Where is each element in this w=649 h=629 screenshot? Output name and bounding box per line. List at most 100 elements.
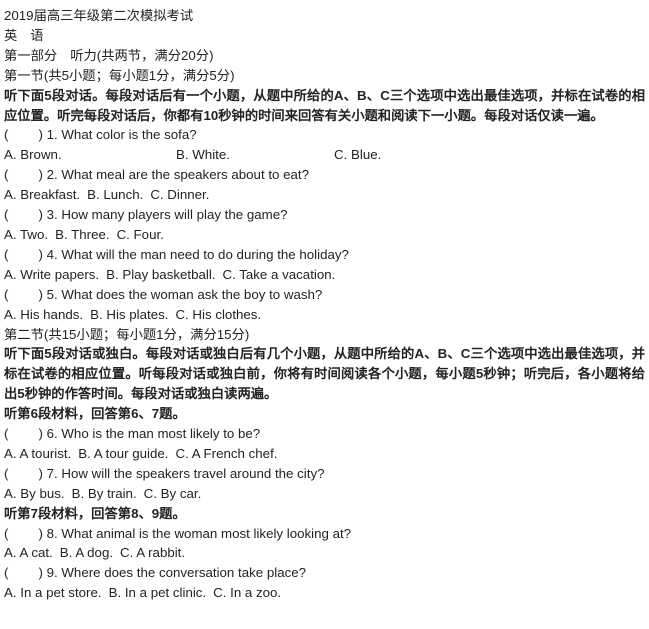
answer-paren-open: ( [4, 525, 9, 541]
question-number: 2. [46, 167, 58, 183]
option-b[interactable]: B. By train. [72, 484, 137, 504]
question-options: A. Breakfast. B. Lunch. C. Dinner. [4, 185, 645, 205]
answer-paren-close: ) [38, 167, 43, 183]
question-block-8: () 8. What animal is the woman most like… [4, 524, 645, 564]
answer-paren-close: ) [38, 426, 43, 442]
subject-char-first: 英 [4, 27, 18, 43]
question-number: 3. [46, 207, 58, 223]
answer-paren-close: ) [38, 127, 43, 143]
part-one-heading: 第一部分 听力(共两节，满分20分) [4, 46, 645, 66]
option-c[interactable]: C. A French chef. [175, 444, 277, 464]
question-stem: () 6. Who is the man most likely to be? [4, 424, 645, 444]
question-number: 1. [46, 127, 58, 143]
option-a[interactable]: A. Breakfast. [4, 185, 80, 205]
answer-paren-open: ( [4, 246, 9, 262]
answer-paren-open: ( [4, 426, 9, 442]
option-c[interactable]: C. Blue. [334, 145, 381, 165]
exam-title: 2019届高三年级第二次模拟考试 [4, 8, 194, 23]
question-number: 7. [46, 465, 58, 481]
question-block-2: () 2. What meal are the speakers about t… [4, 165, 645, 205]
question-text: What animal is the woman most likely loo… [61, 525, 352, 541]
listening-cue-material-7: 听第7段材料，回答第8、9题。 [4, 505, 186, 521]
option-a[interactable]: A. Write papers. [4, 265, 99, 285]
answer-paren-open: ( [4, 127, 9, 143]
answer-paren-close: ) [38, 207, 43, 223]
question-number: 6. [46, 426, 58, 442]
part-one-label: 第一部分 [4, 47, 58, 63]
question-number: 8. [46, 525, 58, 541]
question-text: What meal are the speakers about to eat? [61, 167, 309, 183]
question-stem: () 1. What color is the sofa? [4, 125, 645, 145]
option-c[interactable]: C. Take a vacation. [222, 265, 335, 285]
option-b[interactable]: B. Play basketball. [106, 265, 215, 285]
option-a[interactable]: A. In a pet store. [4, 583, 102, 603]
exam-subject: 英语 [4, 26, 645, 46]
question-block-7: () 7. How will the speakers travel aroun… [4, 464, 645, 504]
question-block-4: () 4. What will the man need to do durin… [4, 245, 645, 285]
question-options: A. By bus. B. By train. C. By car. [4, 484, 645, 504]
option-a[interactable]: A. By bus. [4, 484, 65, 504]
answer-paren-open: ( [4, 207, 9, 223]
section-two-heading: 第二节(共15小题；每小题1分，满分15分) [4, 326, 250, 342]
option-b[interactable]: B. A dog. [60, 543, 113, 563]
question-options: A. His hands. B. His plates. C. His clothe… [4, 305, 645, 325]
option-a[interactable]: A. A cat. [4, 543, 53, 563]
answer-paren-close: ) [38, 465, 43, 481]
option-b[interactable]: B. In a pet clinic. [109, 583, 207, 603]
question-block-6: () 6. Who is the man most likely to be? … [4, 424, 645, 464]
question-block-9: () 9. Where does the conversation take p… [4, 563, 645, 603]
question-number: 5. [46, 286, 58, 302]
section-two-instructions: 听下面5段对话或独白。每段对话或独白后有几个小题，从题中所给的A、B、C三个选项… [4, 346, 645, 402]
exam-paper-page: 2019届高三年级第二次模拟考试 英语 第一部分 听力(共两节，满分20分) 第一… [0, 0, 649, 629]
section-one-heading: 第一节(共5小题；每小题1分，满分5分) [4, 67, 235, 83]
option-a[interactable]: A. Brown. [4, 145, 176, 165]
question-options: A. In a pet store. B. In a pet clinic. C. … [4, 583, 645, 603]
answer-paren-open: ( [4, 465, 9, 481]
section-one-instructions: 听下面5段对话。每段对话后有一个小题，从题中所给的A、B、C三个选项中选出最佳选… [4, 87, 645, 123]
question-options: A. A tourist. B. A tour guide. C. A French… [4, 444, 645, 464]
option-a[interactable]: A. A tourist. [4, 444, 71, 464]
question-stem: () 7. How will the speakers travel aroun… [4, 464, 645, 484]
question-options: A. Write papers. B. Play basketball. C. Ta… [4, 265, 645, 285]
listening-cue-material-6: 听第6段材料，回答第6、7题。 [4, 406, 186, 422]
question-number: 9. [46, 565, 58, 581]
answer-paren-open: ( [4, 565, 9, 581]
option-a[interactable]: A. Two. [4, 225, 48, 245]
question-text: How many players will play the game? [61, 207, 288, 223]
subject-char-second: 语 [30, 27, 44, 43]
answer-paren-open: ( [4, 286, 9, 302]
question-stem: () 3. How many players will play the gam… [4, 205, 645, 225]
option-b[interactable]: B. Three. [55, 225, 109, 245]
option-c[interactable]: C. Dinner. [150, 185, 209, 205]
answer-paren-close: ) [38, 286, 43, 302]
option-b[interactable]: B. White. [176, 145, 334, 165]
question-text: How will the speakers travel around the … [61, 465, 325, 481]
question-block-3: () 3. How many players will play the gam… [4, 205, 645, 245]
question-text: What does the woman ask the boy to wash? [61, 286, 323, 302]
question-stem: () 9. Where does the conversation take p… [4, 563, 645, 583]
option-b[interactable]: B. His plates. [90, 305, 168, 325]
question-text: What will the man need to do during the … [61, 246, 349, 262]
option-a[interactable]: A. His hands. [4, 305, 83, 325]
question-options: A. Brown. B. White. C. Blue. [4, 145, 645, 165]
question-stem: () 2. What meal are the speakers about t… [4, 165, 645, 185]
question-block-1: () 1. What color is the sofa? A. Brown. B… [4, 125, 645, 165]
question-stem: () 4. What will the man need to do durin… [4, 245, 645, 265]
part-one-title: 听力(共两节，满分20分) [70, 47, 214, 63]
option-b[interactable]: B. A tour guide. [78, 444, 168, 464]
question-number: 4. [46, 246, 58, 262]
question-text: Who is the man most likely to be? [61, 426, 261, 442]
question-stem: () 5. What does the woman ask the boy to… [4, 285, 645, 305]
option-b[interactable]: B. Lunch. [87, 185, 143, 205]
answer-paren-close: ) [38, 525, 43, 541]
option-c[interactable]: C. Four. [117, 225, 164, 245]
question-block-5: () 5. What does the woman ask the boy to… [4, 285, 645, 325]
question-stem: () 8. What animal is the woman most like… [4, 524, 645, 544]
option-c[interactable]: C. His clothes. [175, 305, 261, 325]
option-c[interactable]: C. By car. [144, 484, 202, 504]
option-c[interactable]: C. In a zoo. [213, 583, 281, 603]
option-c[interactable]: C. A rabbit. [120, 543, 185, 563]
answer-paren-open: ( [4, 167, 9, 183]
question-text: Where does the conversation take place? [61, 565, 307, 581]
answer-paren-close: ) [38, 565, 43, 581]
